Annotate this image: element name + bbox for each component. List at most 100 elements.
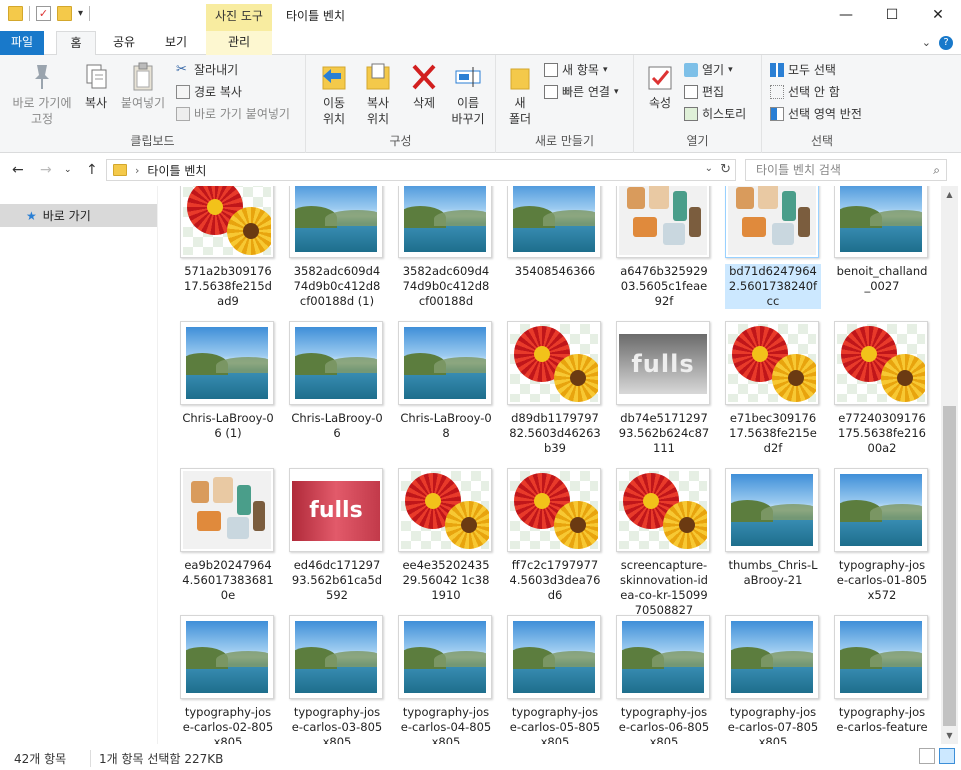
help-icon[interactable]: ? (939, 36, 953, 50)
file-item[interactable]: benoit_challand_0027 (832, 186, 940, 321)
ribbon-tabs: 파일 홈 공유 보기 관리 ⌄ ? (0, 31, 961, 56)
thumbnail-frame (834, 186, 928, 258)
pin-to-quick-access-button[interactable]: 바로 가기에 고정 (8, 61, 76, 127)
maximize-button[interactable]: ☐ (869, 0, 915, 30)
move-to-icon (319, 61, 349, 93)
fulls-red-thumbnail: fulls (292, 481, 380, 541)
file-item[interactable]: screencapture-skinnovation-idea-co-kr-15… (614, 468, 723, 617)
qat-separator (89, 6, 91, 21)
large-icons-view-icon[interactable] (939, 748, 955, 764)
file-item[interactable]: e77240309176175.5638fe21600a2 (832, 321, 940, 468)
tab-home[interactable]: 홈 (56, 31, 96, 56)
file-item[interactable]: typography-jose-carlos-05-805x805 (505, 615, 614, 744)
landscape-thumbnail (186, 327, 268, 399)
letter-block (213, 477, 233, 503)
properties-button[interactable]: 속성 (642, 61, 678, 111)
paste-shortcut-button[interactable]: 바로 가기 붙여넣기 (176, 104, 290, 124)
file-item[interactable]: a6476b32592903.5605c1feae92f (614, 186, 723, 321)
invert-selection-button[interactable]: 선택 영역 반전 (770, 104, 862, 124)
rename-button[interactable]: 이름 바꾸기 (446, 61, 490, 127)
history-button[interactable]: 히스토리 (684, 104, 746, 124)
breadcrumb[interactable]: 타이틀 벤치 (147, 162, 206, 179)
letter-block (798, 207, 810, 237)
thumbnail-frame (725, 321, 819, 405)
file-item[interactable]: 3582adc609d474d9b0c412d8cf00188d (1) (287, 186, 396, 321)
file-item[interactable]: thumbs_Chris-LaBrooy-21 (723, 468, 832, 615)
tab-file[interactable]: 파일 (0, 31, 44, 55)
move-to-button[interactable]: 이동 위치 (314, 61, 354, 127)
easy-access-button[interactable]: 빠른 연결 ▾ (544, 82, 619, 102)
file-item[interactable]: Chris-LaBrooy-08 (396, 321, 505, 468)
select-all-button[interactable]: 모두 선택 (770, 60, 836, 80)
customize-qat-icon[interactable]: ▾ (78, 8, 83, 19)
file-item[interactable]: bd71d62479642.5601738240fcc (723, 186, 832, 321)
edit-icon (684, 85, 698, 99)
scroll-down-icon[interactable]: ▼ (941, 727, 958, 744)
yellow-flower (772, 354, 816, 402)
new-item-button[interactable]: 새 항목 ▾ (544, 60, 607, 80)
file-item[interactable]: typography-jose-carlos-feature (832, 615, 940, 744)
select-none-button[interactable]: 선택 안 함 (770, 82, 840, 102)
search-input[interactable]: 타이틀 벤치 검색 ⌕ (745, 159, 947, 181)
tab-share[interactable]: 공유 (104, 31, 144, 55)
new-folder-button[interactable]: 새 폴더 (502, 61, 538, 127)
file-item[interactable]: typography-jose-carlos-06-805x805 (614, 615, 723, 744)
file-name: 35408546366 (514, 264, 596, 278)
select-none-label: 선택 안 함 (788, 85, 840, 99)
file-item[interactable]: fulls ed46dc17129793.562b61ca5d592 (287, 468, 396, 615)
file-item[interactable]: typography-jose-carlos-04-805x805 (396, 615, 505, 744)
file-item[interactable]: ea9b202479644.560173836810e (178, 468, 287, 615)
up-button[interactable]: ↑ (86, 162, 98, 178)
vertical-scrollbar[interactable]: ▲ ▼ (941, 186, 958, 744)
file-item[interactable]: typography-jose-carlos-01-805x572 (832, 468, 940, 615)
file-item[interactable]: typography-jose-carlos-03-805x805 (287, 615, 396, 744)
file-item[interactable]: Chris-LaBrooy-06 (1) (178, 321, 287, 468)
file-item[interactable]: 3582adc609d474d9b0c412d8cf00188d (396, 186, 505, 321)
address-bar[interactable]: › 타이틀 벤치 ⌄ ↻ (106, 159, 736, 181)
close-button[interactable]: ✕ (915, 0, 961, 30)
file-item[interactable]: fulls db74e517129793.562b624c87111 (614, 321, 723, 468)
thumbnail (398, 186, 492, 258)
address-dropdown-icon[interactable]: ⌄ (705, 163, 713, 174)
scroll-up-icon[interactable]: ▲ (941, 186, 958, 203)
tab-view[interactable]: 보기 (156, 31, 196, 55)
file-item[interactable]: Chris-LaBrooy-06 (287, 321, 396, 468)
yellow-flower (881, 354, 925, 402)
thumbnail (834, 468, 928, 552)
back-button[interactable]: ← (12, 162, 24, 178)
cut-button[interactable]: ✂ 잘라내기 (176, 60, 238, 80)
sidebar-item-quick-access[interactable]: ★ 바로 가기 (0, 204, 157, 227)
open-button[interactable]: 열기 ▾ (684, 60, 733, 80)
file-item[interactable]: e71bec30917617.5638fe215ed2f (723, 321, 832, 468)
file-item[interactable]: 571a2b30917617.5638fe215dad9 (178, 186, 287, 321)
file-item[interactable]: typography-jose-carlos-07-805x805 (723, 615, 832, 744)
thumbnail (289, 321, 383, 405)
copy-path-button[interactable]: 경로 복사 (176, 82, 242, 102)
file-item[interactable]: 35408546366 (505, 186, 614, 321)
new-item-icon (544, 63, 558, 77)
copy-to-button[interactable]: 복사 위치 (358, 61, 398, 127)
landscape-thumbnail (404, 186, 486, 252)
paste-button[interactable]: 붙여넣기 (118, 61, 168, 111)
tab-manage[interactable]: 관리 (206, 31, 272, 55)
ribbon-expand-icon[interactable]: ⌄ (922, 36, 931, 50)
thumbnail-frame (289, 186, 383, 258)
copy-button[interactable]: 복사 (78, 61, 114, 111)
new-folder-icon[interactable] (57, 6, 72, 21)
properties-icon[interactable]: ✓ (36, 6, 51, 21)
edit-button[interactable]: 편집 (684, 82, 724, 102)
details-view-icon[interactable] (919, 748, 935, 764)
landscape-thumbnail (840, 621, 922, 693)
minimize-button[interactable]: — (823, 0, 869, 30)
forward-button[interactable]: → (40, 162, 52, 178)
refresh-icon[interactable]: ↻ (720, 162, 731, 177)
file-item[interactable]: typography-jose-carlos-02-805x805 (178, 615, 287, 744)
file-item[interactable]: ff7c2c17979774.5603d3dea76d6 (505, 468, 614, 615)
file-item[interactable]: d89db117979782.5603d46263b39 (505, 321, 614, 468)
file-item[interactable]: ee4e3520243529.56042 1c381910 (396, 468, 505, 615)
scrollbar-thumb[interactable] (943, 406, 956, 726)
delete-button[interactable]: 삭제 (406, 61, 442, 111)
thumbnail-frame (398, 321, 492, 405)
letter-block (663, 223, 685, 245)
recent-locations-icon[interactable]: ⌄ (64, 165, 72, 175)
